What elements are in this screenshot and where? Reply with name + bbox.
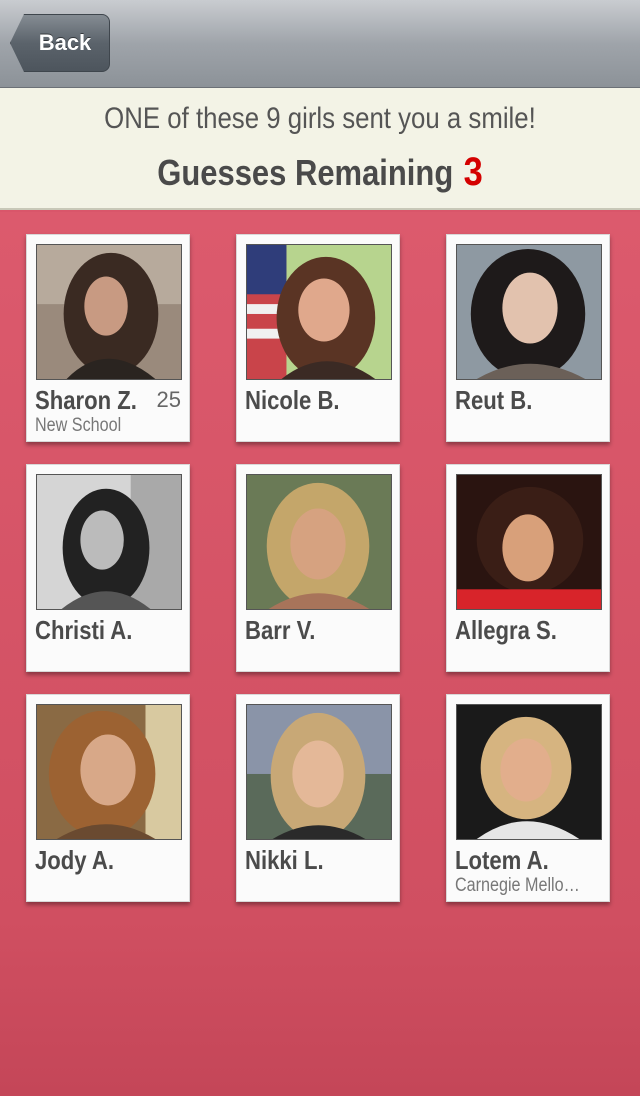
profile-card[interactable]: Christi A. (26, 464, 190, 672)
profile-card[interactable]: Nicole B. (236, 234, 400, 442)
profile-card[interactable]: Reut B. (446, 234, 610, 442)
profile-school: Carnegie Mello… (455, 875, 580, 896)
navigation-bar: Back (0, 0, 640, 88)
profile-photo (246, 244, 392, 380)
profile-school: New School (35, 415, 122, 436)
profile-card[interactable]: Barr V. (236, 464, 400, 672)
profile-photo (246, 704, 392, 840)
profile-name: Lotem A. (455, 845, 549, 875)
profile-name: Allegra S. (455, 615, 557, 645)
profile-photo (456, 474, 602, 610)
header-banner: ONE of these 9 girls sent you a smile! G… (0, 88, 640, 210)
profile-photo (36, 474, 182, 610)
profile-photo (456, 704, 602, 840)
profile-name: Sharon Z. (35, 385, 137, 415)
smile-message: ONE of these 9 girls sent you a smile! (104, 102, 536, 135)
profile-card[interactable]: Allegra S. (446, 464, 610, 672)
guesses-remaining: Guesses Remaining 3 (45, 150, 595, 195)
profile-photo (246, 474, 392, 610)
profile-name: Barr V. (245, 615, 316, 645)
profile-name: Nicole B. (245, 385, 340, 415)
profile-grid: Sharon Z. 25 New School Nicole B. Reut B… (0, 212, 640, 1096)
guesses-count: 3 (463, 150, 483, 194)
profile-card[interactable]: Sharon Z. 25 New School (26, 234, 190, 442)
profile-name: Christi A. (35, 615, 133, 645)
guesses-label: Guesses Remaining (157, 152, 454, 193)
profile-card[interactable]: Nikki L. (236, 694, 400, 902)
profile-card[interactable]: Lotem A. Carnegie Mello… (446, 694, 610, 902)
back-button[interactable]: Back (10, 14, 110, 72)
profile-photo (456, 244, 602, 380)
profile-age: 25 (156, 387, 181, 412)
profile-name: Reut B. (455, 385, 533, 415)
profile-name: Jody A. (35, 845, 115, 875)
profile-card[interactable]: Jody A. (26, 694, 190, 902)
profile-name: Nikki L. (245, 845, 324, 875)
profile-photo (36, 704, 182, 840)
profile-photo (36, 244, 182, 380)
